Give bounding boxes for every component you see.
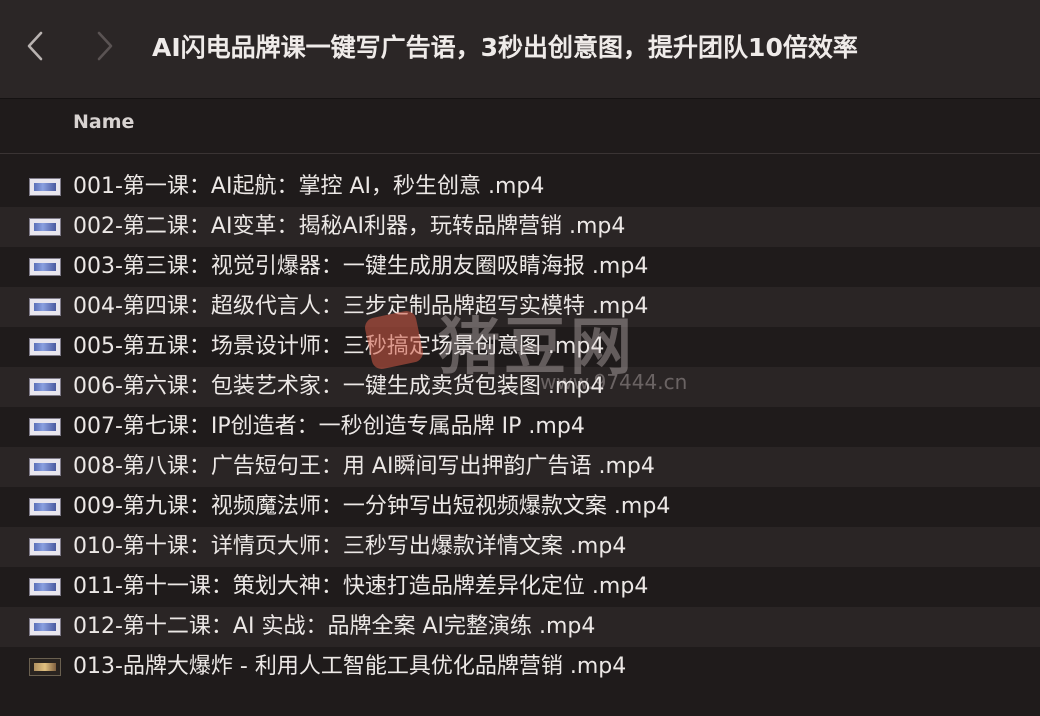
file-row-004[interactable]: 004-第四课：超级代言人：三步定制品牌超写实模特 .mp4 xyxy=(0,287,1040,327)
file-row-006[interactable]: 006-第六课：包装艺术家：一键生成卖货包装图 .mp4 xyxy=(0,367,1040,407)
video-file-icon xyxy=(29,458,61,476)
file-row-007[interactable]: 007-第七课：IP创造者：一秒创造专属品牌 IP .mp4 xyxy=(0,407,1040,447)
video-file-icon xyxy=(29,378,61,396)
file-row-009[interactable]: 009-第九课：视频魔法师：一分钟写出短视频爆款文案 .mp4 xyxy=(0,487,1040,527)
file-name: 001-第一课：AI起航：掌控 AI，秒生创意 .mp4 xyxy=(73,174,545,199)
file-row-008[interactable]: 008-第八课：广告短句王：用 AI瞬间写出押韵广告语 .mp4 xyxy=(0,447,1040,487)
video-file-icon xyxy=(29,218,61,236)
file-row-013[interactable]: 013-品牌大爆炸 - 利用人工智能工具优化品牌营销 .mp4 xyxy=(0,647,1040,687)
file-name: 005-第五课：场景设计师：三秒搞定场景创意图 .mp4 xyxy=(73,334,605,359)
video-file-icon xyxy=(29,418,61,436)
file-row-010[interactable]: 010-第十课：详情页大师：三秒写出爆款详情文案 .mp4 xyxy=(0,527,1040,567)
file-name: 006-第六课：包装艺术家：一键生成卖货包装图 .mp4 xyxy=(73,374,605,399)
file-name: 011-第十一课：策划大神：快速打造品牌差异化定位 .mp4 xyxy=(73,574,649,599)
video-file-icon xyxy=(29,578,61,596)
file-name: 002-第二课：AI变革：揭秘AI利器，玩转品牌营销 .mp4 xyxy=(73,214,626,239)
file-row-001[interactable]: 001-第一课：AI起航：掌控 AI，秒生创意 .mp4 xyxy=(0,167,1040,207)
forward-button[interactable] xyxy=(90,26,120,66)
file-row-011[interactable]: 011-第十一课：策划大神：快速打造品牌差异化定位 .mp4 xyxy=(0,567,1040,607)
video-file-icon xyxy=(29,538,61,556)
file-row-003[interactable]: 003-第三课：视觉引爆器：一键生成朋友圈吸睛海报 .mp4 xyxy=(0,247,1040,287)
video-file-icon xyxy=(29,338,61,356)
file-name: 010-第十课：详情页大师：三秒写出爆款详情文案 .mp4 xyxy=(73,534,627,559)
file-name: 009-第九课：视频魔法师：一分钟写出短视频爆款文案 .mp4 xyxy=(73,494,671,519)
back-button[interactable] xyxy=(20,26,50,66)
file-row-002[interactable]: 002-第二课：AI变革：揭秘AI利器，玩转品牌营销 .mp4 xyxy=(0,207,1040,247)
video-file-icon xyxy=(29,618,61,636)
video-file-icon xyxy=(29,658,61,676)
video-file-icon xyxy=(29,258,61,276)
file-row-005[interactable]: 005-第五课：场景设计师：三秒搞定场景创意图 .mp4 xyxy=(0,327,1040,367)
list-header: Name xyxy=(0,99,1040,154)
file-name: 007-第七课：IP创造者：一秒创造专属品牌 IP .mp4 xyxy=(73,414,585,439)
file-list: 001-第一课：AI起航：掌控 AI，秒生创意 .mp4 002-第二课：AI变… xyxy=(0,167,1040,687)
video-file-icon xyxy=(29,298,61,316)
finder-window: AI闪电品牌课一键写广告语，3秒出创意图，提升团队10倍效率 Name 001-… xyxy=(0,0,1040,716)
file-row-012[interactable]: 012-第十二课：AI 实战：品牌全案 AI完整演练 .mp4 xyxy=(0,607,1040,647)
video-file-icon xyxy=(29,178,61,196)
file-name: 012-第十二课：AI 实战：品牌全案 AI完整演练 .mp4 xyxy=(73,614,596,639)
titlebar: AI闪电品牌课一键写广告语，3秒出创意图，提升团队10倍效率 xyxy=(0,0,1040,99)
file-name: 008-第八课：广告短句王：用 AI瞬间写出押韵广告语 .mp4 xyxy=(73,454,655,479)
file-name: 004-第四课：超级代言人：三步定制品牌超写实模特 .mp4 xyxy=(73,294,649,319)
column-header-name[interactable]: Name xyxy=(73,111,134,133)
chevron-left-icon xyxy=(27,31,43,61)
video-file-icon xyxy=(29,498,61,516)
window-title: AI闪电品牌课一键写广告语，3秒出创意图，提升团队10倍效率 xyxy=(152,33,858,62)
file-name: 013-品牌大爆炸 - 利用人工智能工具优化品牌营销 .mp4 xyxy=(73,654,627,679)
chevron-right-icon xyxy=(97,31,113,61)
file-name: 003-第三课：视觉引爆器：一键生成朋友圈吸睛海报 .mp4 xyxy=(73,254,649,279)
